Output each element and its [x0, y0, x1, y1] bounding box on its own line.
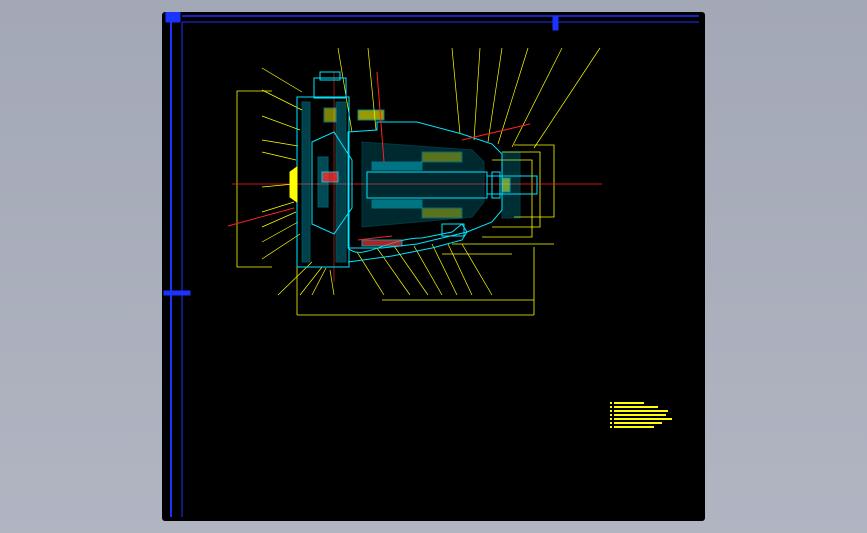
- frame-side-tick: [163, 290, 191, 296]
- outlet-flange: [313, 77, 347, 99]
- frame-corner-marker: [165, 12, 181, 23]
- pump-cross-section: [289, 71, 538, 268]
- technical-notes: [610, 402, 672, 428]
- pump-assembly-drawing: [163, 12, 699, 517]
- frame-top-tick: [552, 15, 559, 31]
- drawing-frame: [163, 12, 699, 517]
- cad-viewport[interactable]: [0, 0, 867, 533]
- drawing-sheet[interactable]: [162, 12, 705, 521]
